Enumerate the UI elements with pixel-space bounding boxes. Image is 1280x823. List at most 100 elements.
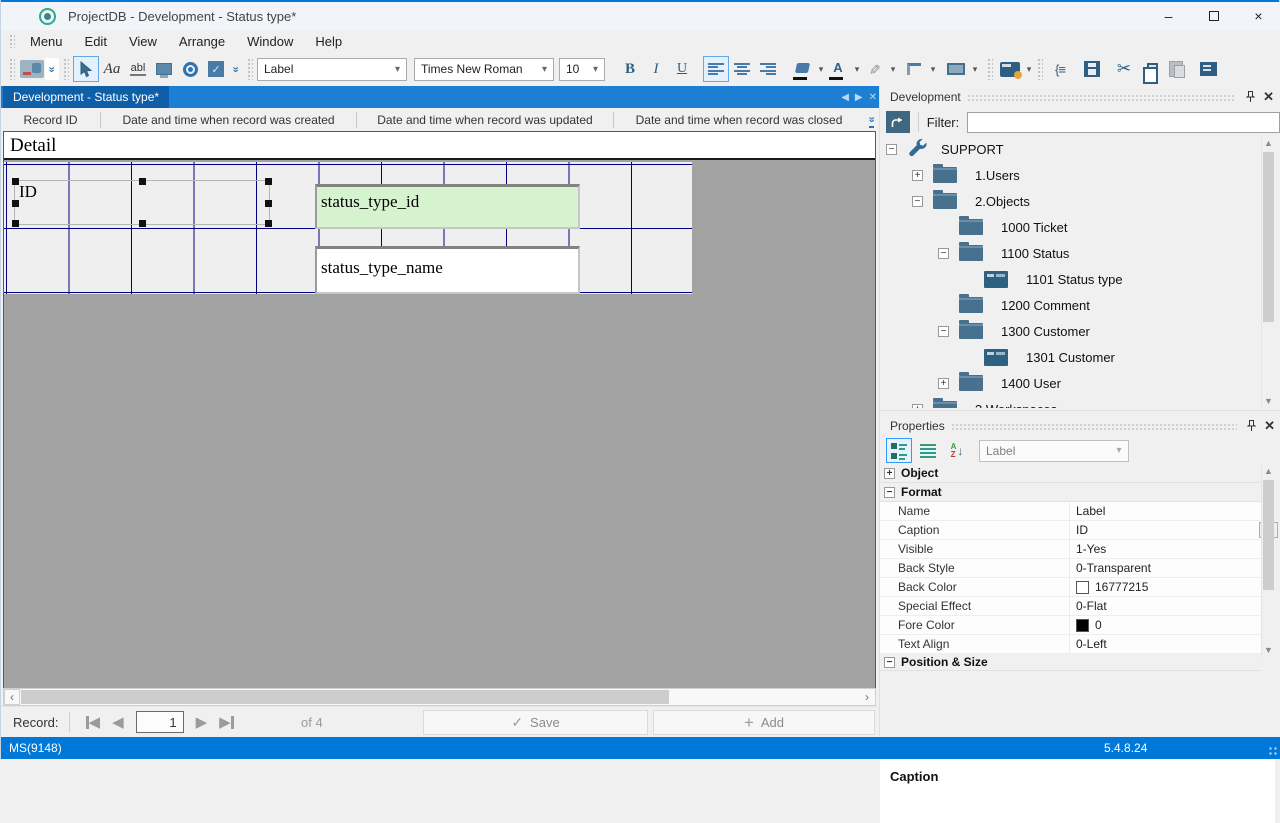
align-left-button[interactable] (703, 56, 729, 82)
scroll-down-icon[interactable]: ▼ (1262, 643, 1275, 657)
form-designer-canvas[interactable]: Detail ID status_type_id status_type_nam… (3, 131, 876, 688)
add-record-button[interactable]: + Add (653, 710, 875, 735)
field-column-record-id[interactable]: Record ID (1, 113, 100, 127)
tree-item-1101-status-type[interactable]: 1101 Status type (880, 266, 1260, 292)
font-combobox[interactable]: Times New Roman ▾ (414, 57, 554, 81)
style-combobox[interactable]: Label ▾ (257, 57, 407, 81)
minimize-button[interactable]: – (1146, 2, 1191, 30)
object-selector-combobox[interactable]: Label ▾ (979, 439, 1129, 462)
copy-button[interactable] (1137, 56, 1163, 84)
collapse-icon[interactable]: − (938, 247, 949, 259)
selection-handle[interactable] (139, 220, 146, 227)
alphabetical-view-button[interactable] (915, 438, 941, 463)
shape-dropdown[interactable]: ▾ (969, 56, 979, 82)
highlight-pen-button[interactable]: ✎ (861, 56, 887, 82)
property-row-text-align[interactable]: Text Align 0-Left (880, 635, 1262, 654)
field-header-overflow-button[interactable]: » (865, 111, 877, 128)
property-value[interactable]: ID (1076, 523, 1088, 537)
field-status-type-id[interactable]: status_type_id (315, 184, 580, 229)
report-view-button[interactable] (19, 56, 45, 82)
field-column-closed[interactable]: Date and time when record was closed (614, 113, 864, 127)
tree-item-1100-status[interactable]: − 1100 Status (880, 240, 1260, 266)
category-format[interactable]: − Format (880, 483, 1262, 502)
tree-item-objects[interactable]: − 2.Objects (880, 188, 1260, 214)
menu-item-arrange[interactable]: Arrange (168, 32, 236, 51)
form-properties-dropdown[interactable]: ▾ (1023, 56, 1033, 82)
property-row-back-style[interactable]: Back Style 0-Transparent (880, 559, 1262, 578)
form-properties-button[interactable] (997, 56, 1023, 82)
tab-development-status-type[interactable]: Development - Status type* (3, 86, 170, 108)
resize-grip[interactable] (1268, 746, 1278, 756)
scroll-up-icon[interactable]: ▲ (1262, 464, 1275, 478)
selection-handle[interactable] (12, 220, 19, 227)
save-record-button[interactable]: ✓ Save (423, 710, 648, 735)
record-number-input[interactable] (135, 711, 184, 733)
field-column-created[interactable]: Date and time when record was created (101, 113, 356, 127)
tab-scroll-right-button[interactable]: ▶ (855, 92, 863, 103)
field-column-updated[interactable]: Date and time when record was updated (357, 113, 613, 127)
comment-button[interactable] (1195, 56, 1221, 82)
tree-item-1300-customer[interactable]: − 1300 Customer (880, 318, 1260, 344)
fontsize-combobox[interactable]: 10 ▾ (559, 57, 605, 81)
last-record-button[interactable]: ▶ (213, 713, 240, 731)
hscroll-left-button[interactable]: ‹ (4, 689, 20, 705)
property-row-fore-color[interactable]: Fore Color 0 (880, 616, 1262, 635)
toolbar-grip-2[interactable] (63, 58, 69, 80)
next-record-button[interactable]: ▶ (190, 713, 214, 731)
pin-icon[interactable] (1247, 419, 1257, 432)
selection-handle[interactable] (265, 220, 272, 227)
property-value[interactable]: 0-Transparent (1076, 561, 1151, 575)
tree-scrollbar[interactable]: ▲ ▼ (1261, 136, 1274, 408)
menu-item-window[interactable]: Window (236, 32, 304, 51)
select-tool-button[interactable] (73, 56, 99, 82)
scroll-up-icon[interactable]: ▲ (1262, 136, 1275, 150)
first-record-button[interactable]: ◀ (80, 713, 107, 731)
toolbar-grip[interactable] (9, 58, 15, 80)
selection-handle[interactable] (12, 200, 19, 207)
textbox-tool-button[interactable]: abl (125, 56, 151, 82)
tree-item-users[interactable]: + 1.Users (880, 162, 1260, 188)
scroll-down-icon[interactable]: ▼ (1262, 394, 1275, 408)
tree-item-1400-user[interactable]: + 1400 User (880, 370, 1260, 396)
border-style-dropdown[interactable]: ▾ (927, 56, 937, 82)
fill-color-button[interactable] (789, 56, 815, 82)
property-row-caption[interactable]: Caption ID ... (880, 521, 1278, 540)
expand-icon[interactable]: + (884, 467, 895, 479)
field-status-type-name[interactable]: status_type_name (315, 246, 580, 294)
designer-hscrollbar[interactable]: ‹ › (3, 688, 876, 706)
tree-item-1301-customer[interactable]: 1301 Customer (880, 344, 1260, 370)
hscroll-thumb[interactable] (21, 690, 669, 704)
button-tool-button[interactable] (151, 56, 177, 82)
underline-button[interactable]: U (669, 56, 695, 82)
properties-scroll-thumb[interactable] (1263, 480, 1274, 590)
code-list-button[interactable]: {≡ (1047, 56, 1073, 82)
property-row-name[interactable]: Name Label (880, 502, 1262, 521)
shape-button[interactable] (943, 56, 969, 82)
italic-button[interactable]: I (643, 56, 669, 82)
tab-close-button[interactable]: ✕ (869, 92, 877, 103)
collapse-icon[interactable]: − (938, 325, 949, 337)
toolbar-grip-5[interactable] (1037, 58, 1043, 80)
tree-item-1200-comment[interactable]: 1200 Comment (880, 292, 1260, 318)
label-tool-button[interactable]: Aa (99, 56, 125, 82)
category-object[interactable]: + Object (880, 464, 1262, 483)
selection-handle[interactable] (12, 178, 19, 185)
save-button[interactable] (1079, 56, 1105, 82)
toolbar-overflow-1[interactable]: » (45, 58, 59, 80)
properties-close-button[interactable]: ✕ (1264, 418, 1275, 434)
property-value[interactable]: Label (1076, 504, 1105, 518)
property-row-special-effect[interactable]: Special Effect 0-Flat (880, 597, 1262, 616)
expand-icon[interactable]: + (912, 169, 923, 181)
expand-icon[interactable]: + (912, 403, 923, 408)
detail-section-header[interactable]: Detail (4, 132, 875, 160)
previous-record-button[interactable]: ◀ (106, 713, 130, 731)
cut-button[interactable]: ✂ (1111, 56, 1137, 82)
paste-button[interactable] (1163, 56, 1189, 82)
property-value[interactable]: 16777215 (1095, 580, 1148, 594)
collapse-icon[interactable]: − (884, 656, 895, 668)
selection-handle[interactable] (265, 200, 272, 207)
tree-item-1000-ticket[interactable]: 1000 Ticket (880, 214, 1260, 240)
pin-icon[interactable] (1246, 90, 1256, 103)
collapse-icon[interactable]: − (886, 143, 897, 155)
toolbar-overflow-2[interactable]: » (229, 56, 243, 82)
